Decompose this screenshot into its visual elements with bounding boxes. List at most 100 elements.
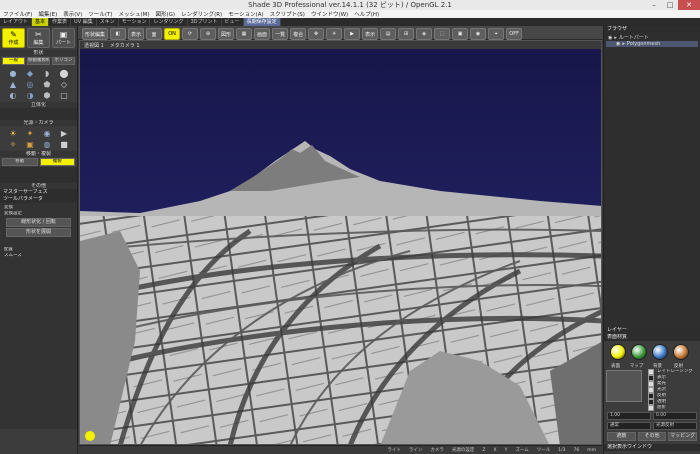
move-button[interactable]: 移動 (2, 158, 38, 166)
shape-tool-icon[interactable]: ◎ (23, 80, 37, 89)
surface-swatch[interactable] (652, 344, 668, 360)
render-icon[interactable]: ▶ (344, 28, 361, 40)
grid-icon[interactable]: ▦ (236, 28, 253, 40)
menu-motion[interactable]: モーション(A) (225, 10, 266, 18)
menu-mesh[interactable]: メッシュ(M) (115, 10, 152, 18)
expand-shape-button[interactable]: 形状を展開 (6, 228, 71, 237)
property-checkbox[interactable] (648, 405, 654, 411)
close-icon[interactable]: ✕ (678, 0, 700, 10)
mesh-icon[interactable]: ◈ (416, 28, 433, 40)
visibility-icon[interactable]: ◉ (608, 35, 612, 41)
texture-icon[interactable]: ▣ (452, 28, 469, 40)
zoom-icon[interactable]: ⊕ (200, 28, 217, 40)
shape-tool-icon[interactable]: ◇ (57, 80, 71, 89)
snap-icon[interactable]: ⌖ (488, 28, 505, 40)
menu-view[interactable]: 表示(V) (60, 10, 85, 18)
workspace-tab-2[interactable]: 作業表 (49, 18, 72, 26)
status-item: ズーム (515, 448, 529, 453)
workspace-tab-9[interactable]: 長期保存設定 (243, 18, 281, 26)
browser-header: ブラウザ (604, 26, 700, 33)
wireframe-icon[interactable]: ⬚ (434, 28, 451, 40)
viewport-camera[interactable]: メタカメラ 1 (110, 42, 140, 49)
light-tool-icon[interactable]: ▶ (57, 129, 71, 138)
toolbar-composite-button[interactable]: 複合 (290, 28, 307, 40)
camera-icon[interactable]: ◧ (110, 28, 127, 40)
menu-edit[interactable]: 編集(E) (35, 10, 60, 18)
shape-tool-icon[interactable]: ◑ (23, 91, 37, 100)
menu-tool[interactable]: ツール(T) (85, 10, 115, 18)
light-tool-icon[interactable]: ▣ (23, 140, 37, 149)
workspace-tab-3[interactable]: UV 編集 (71, 18, 97, 26)
shape-tool-icon[interactable]: ● (6, 69, 20, 78)
shape-tool-icon[interactable]: ⬤ (57, 69, 71, 78)
shape-tool-icon[interactable]: ◆ (23, 69, 37, 78)
workspace-tab-1[interactable]: 基本 (32, 18, 50, 26)
toolbar-shape-button[interactable]: 図形 (218, 28, 235, 40)
move-icon[interactable]: ✥ (308, 28, 325, 40)
toolbar-screen-button[interactable]: 画面 (254, 28, 271, 40)
shape-tool-icon[interactable]: ▢ (57, 91, 71, 100)
surface-swatch[interactable] (673, 344, 689, 360)
subtab-move-duplicate[interactable]: 移動複製制御 (27, 57, 50, 65)
light-tool-icon[interactable]: ■ (57, 140, 71, 149)
toolbar-on-button[interactable]: ON (164, 28, 181, 40)
line-rotate-button[interactable]: 線形状化 / 回転 (6, 218, 71, 227)
workspace-tab-6[interactable]: レンダリング (150, 18, 188, 26)
menu-script[interactable]: スクリプト(S) (267, 10, 308, 18)
surface-value-2[interactable]: 0.00 (653, 412, 697, 420)
surface-value-1[interactable]: 1.00 (607, 412, 651, 420)
shape-tool-icon[interactable]: ◗ (40, 69, 54, 78)
workspace-tab-5[interactable]: モーション (119, 18, 151, 26)
surface-bottom-button[interactable]: 遮蔽 (607, 432, 636, 441)
light-icon[interactable]: ☀ (326, 28, 343, 40)
maximize-icon[interactable]: □ (662, 0, 678, 10)
workspace-tab-7[interactable]: 3Dプリント (188, 18, 222, 26)
menu-help[interactable]: ヘルプ(H) (351, 10, 382, 18)
toolbar-shape-edit-button[interactable]: 形状編集 (82, 28, 109, 40)
surface-reflect-dropdown[interactable]: 光源反射 (653, 422, 697, 430)
light-tool-icon[interactable]: ✦ (23, 129, 37, 138)
surface-icon[interactable]: ◉ (470, 28, 487, 40)
minimize-icon[interactable]: – (646, 0, 662, 10)
menu-shape[interactable]: 図形(G) (153, 10, 179, 18)
toolbar-face-button[interactable]: 面 (146, 28, 163, 40)
workspace-tab-4[interactable]: スキン (97, 18, 119, 26)
menu-render[interactable]: レンダリング(R) (178, 10, 225, 18)
light-tool-icon[interactable]: ◉ (40, 129, 54, 138)
mode-button-1[interactable]: ✂ 編集 (27, 28, 50, 48)
light-tool-icon[interactable]: ✧ (6, 140, 20, 149)
workspace-tab-0[interactable]: レイアウト (0, 18, 33, 26)
status-item: Z (482, 447, 486, 453)
tree-row[interactable]: ◉ ▸ Polygonmesh (606, 41, 698, 47)
toolbar-off-button[interactable]: OFF (506, 28, 523, 40)
surface-mode-dropdown[interactable]: 通常 (607, 422, 651, 430)
mode-button-0[interactable]: ✎ 作成 (2, 28, 25, 48)
toolbar-list-button[interactable]: 一覧 (272, 28, 289, 40)
toolbar-view-button[interactable]: 表示 (362, 28, 379, 40)
menu-file[interactable]: ファイル(F) (0, 10, 35, 18)
surface-swatch[interactable] (631, 344, 647, 360)
surface-bottom-button[interactable]: マッピング (668, 432, 698, 441)
layout-icon[interactable]: ▤ (380, 28, 397, 40)
subtab-polygon[interactable]: ポリゴン (52, 57, 75, 65)
split-icon[interactable]: ⊞ (398, 28, 415, 40)
rotate-icon[interactable]: ⟳ (182, 28, 199, 40)
shape-tool-icon[interactable]: ▲ (6, 80, 20, 89)
duplicate-button[interactable]: 複製 (39, 158, 75, 166)
surface-property[interactable]: 屈折 (644, 405, 700, 411)
toolbar-display-button[interactable]: 表示 (128, 28, 145, 40)
shape-tool-icon[interactable]: ⬢ (40, 91, 54, 100)
mode-button-2[interactable]: ▣ パート (52, 28, 75, 48)
workspace-tab-8[interactable]: ビュー (222, 18, 244, 26)
shape-tool-icon[interactable]: ⬟ (40, 80, 54, 89)
subtab-general[interactable]: 一般 (2, 57, 25, 65)
light-tool-icon[interactable]: ☀ (6, 129, 20, 138)
expand-icon[interactable]: ▸ (622, 41, 625, 47)
surface-bottom-button[interactable]: その他 (637, 432, 667, 441)
visibility-icon[interactable]: ◉ (616, 41, 620, 47)
shape-tool-icon[interactable]: ◐ (6, 91, 20, 100)
surface-swatch[interactable] (610, 344, 626, 360)
perspective-viewport[interactable]: 透視図 1 メタカメラ 1 (79, 40, 602, 445)
menu-window[interactable]: ウインドウ(W) (308, 10, 351, 18)
light-tool-icon[interactable]: ◍ (40, 140, 54, 149)
